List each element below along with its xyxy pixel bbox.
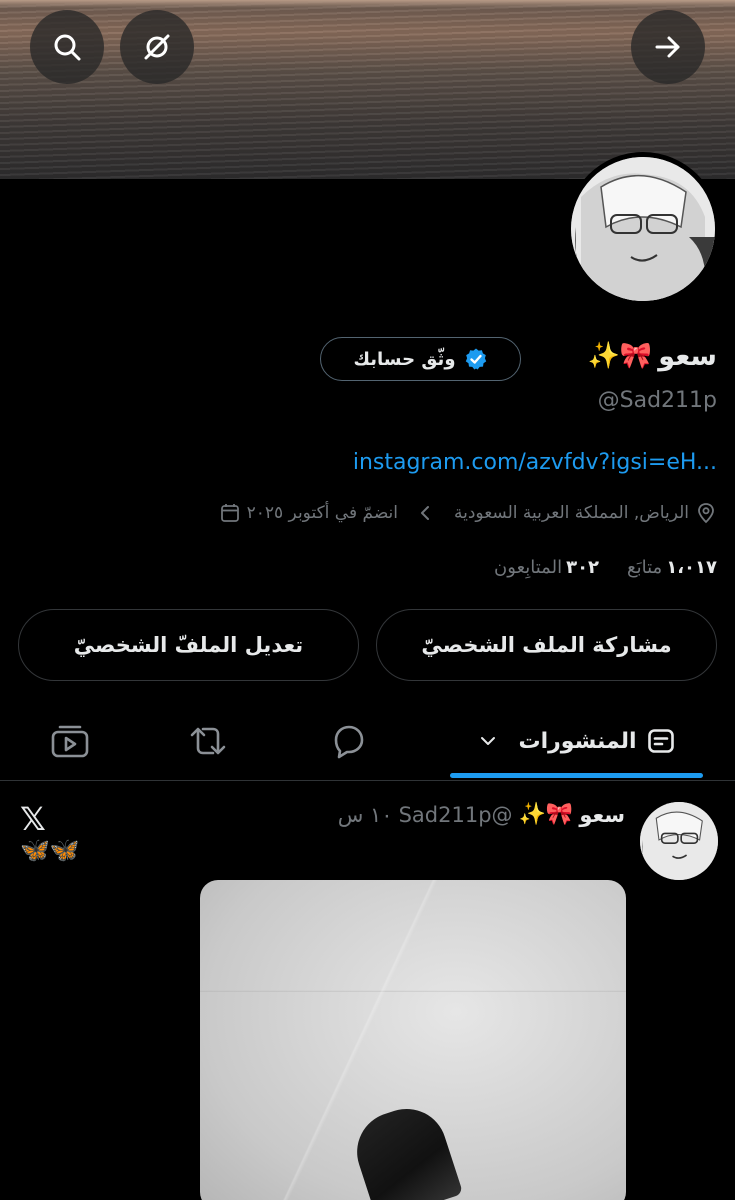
video-icon — [51, 725, 89, 758]
verify-account-button[interactable]: وثّق حسابك — [320, 337, 521, 381]
edit-profile-button[interactable]: تعديل الملفّ الشخصيّ — [18, 609, 359, 681]
followers-label[interactable]: المتابِعون — [494, 557, 562, 578]
search-icon — [54, 34, 81, 61]
profile-location: الرياض, المملكة العربية السعودية — [454, 503, 689, 523]
post-handle[interactable]: @Sad211p — [399, 803, 513, 827]
name-emojis: 🎀✨ — [587, 341, 653, 371]
post-header: سعو 🎀✨ @Sad211p ١٠ س — [338, 800, 625, 830]
following-label[interactable]: متابَع — [627, 557, 662, 578]
tab-posts-label: المنشورات — [518, 728, 637, 754]
verify-label: وثّق حسابك — [353, 348, 456, 370]
edit-profile-label: تعديل الملفّ الشخصيّ — [73, 633, 304, 657]
post-avatar-image — [640, 802, 718, 880]
profile-link[interactable]: instagram.com/azvfdv?igsi=eH... — [353, 450, 717, 475]
slashed-circle-icon — [144, 34, 170, 60]
profile-joined: انضمّ في أكتوبر ٢٠٢٥ — [246, 503, 399, 523]
post-text: 🦋🦋 — [20, 836, 80, 864]
repost-icon — [190, 727, 226, 755]
profile-avatar[interactable] — [566, 152, 720, 306]
avatar-image — [571, 157, 715, 301]
post-author-emojis: 🎀✨ — [518, 802, 574, 827]
photo-subject — [346, 1098, 464, 1200]
tab-replies[interactable] — [310, 705, 386, 777]
profile-meta: الرياض, المملكة العربية السعودية انضمّ ف… — [219, 498, 717, 528]
verified-badge-icon — [465, 348, 486, 370]
post-media-image[interactable] — [200, 880, 626, 1200]
follow-counts: ١،٠١٧ متابَع ٣٠٢ المتابِعون — [494, 552, 717, 582]
tab-media[interactable] — [32, 705, 108, 777]
chevron-down-icon[interactable] — [478, 731, 498, 751]
profile-handle: @Sad211p — [597, 388, 717, 413]
profile-tabs: المنشورات — [0, 705, 735, 781]
share-profile-button[interactable]: مشاركة الملف الشخصيّ — [376, 609, 717, 681]
back-button[interactable] — [631, 10, 705, 84]
followers-count[interactable]: ٣٠٢ — [566, 557, 599, 578]
following-count[interactable]: ١،٠١٧ — [666, 557, 717, 578]
post-avatar[interactable] — [640, 802, 718, 880]
share-profile-label: مشاركة الملف الشخصيّ — [421, 633, 672, 657]
posts-icon — [647, 729, 674, 753]
arrow-right-icon — [655, 36, 680, 58]
profile-name: سعو 🎀✨ — [588, 334, 717, 378]
tab-active-indicator — [450, 773, 703, 778]
search-button[interactable] — [30, 10, 104, 84]
calendar-icon — [220, 504, 239, 522]
post-time[interactable]: ١٠ س — [338, 803, 393, 827]
chevron-left-icon — [421, 506, 430, 520]
tab-reposts[interactable] — [170, 705, 246, 777]
post-author-name[interactable]: سعو — [579, 803, 625, 827]
x-logo-icon: 𝕏 — [20, 800, 46, 838]
location-pin-icon — [698, 503, 714, 524]
tab-posts[interactable]: المنشورات — [450, 705, 703, 777]
profile-banner[interactable] — [0, 0, 735, 179]
display-name: سعو — [658, 340, 717, 372]
reply-bubble-icon — [334, 725, 364, 759]
grok-button[interactable] — [120, 10, 194, 84]
